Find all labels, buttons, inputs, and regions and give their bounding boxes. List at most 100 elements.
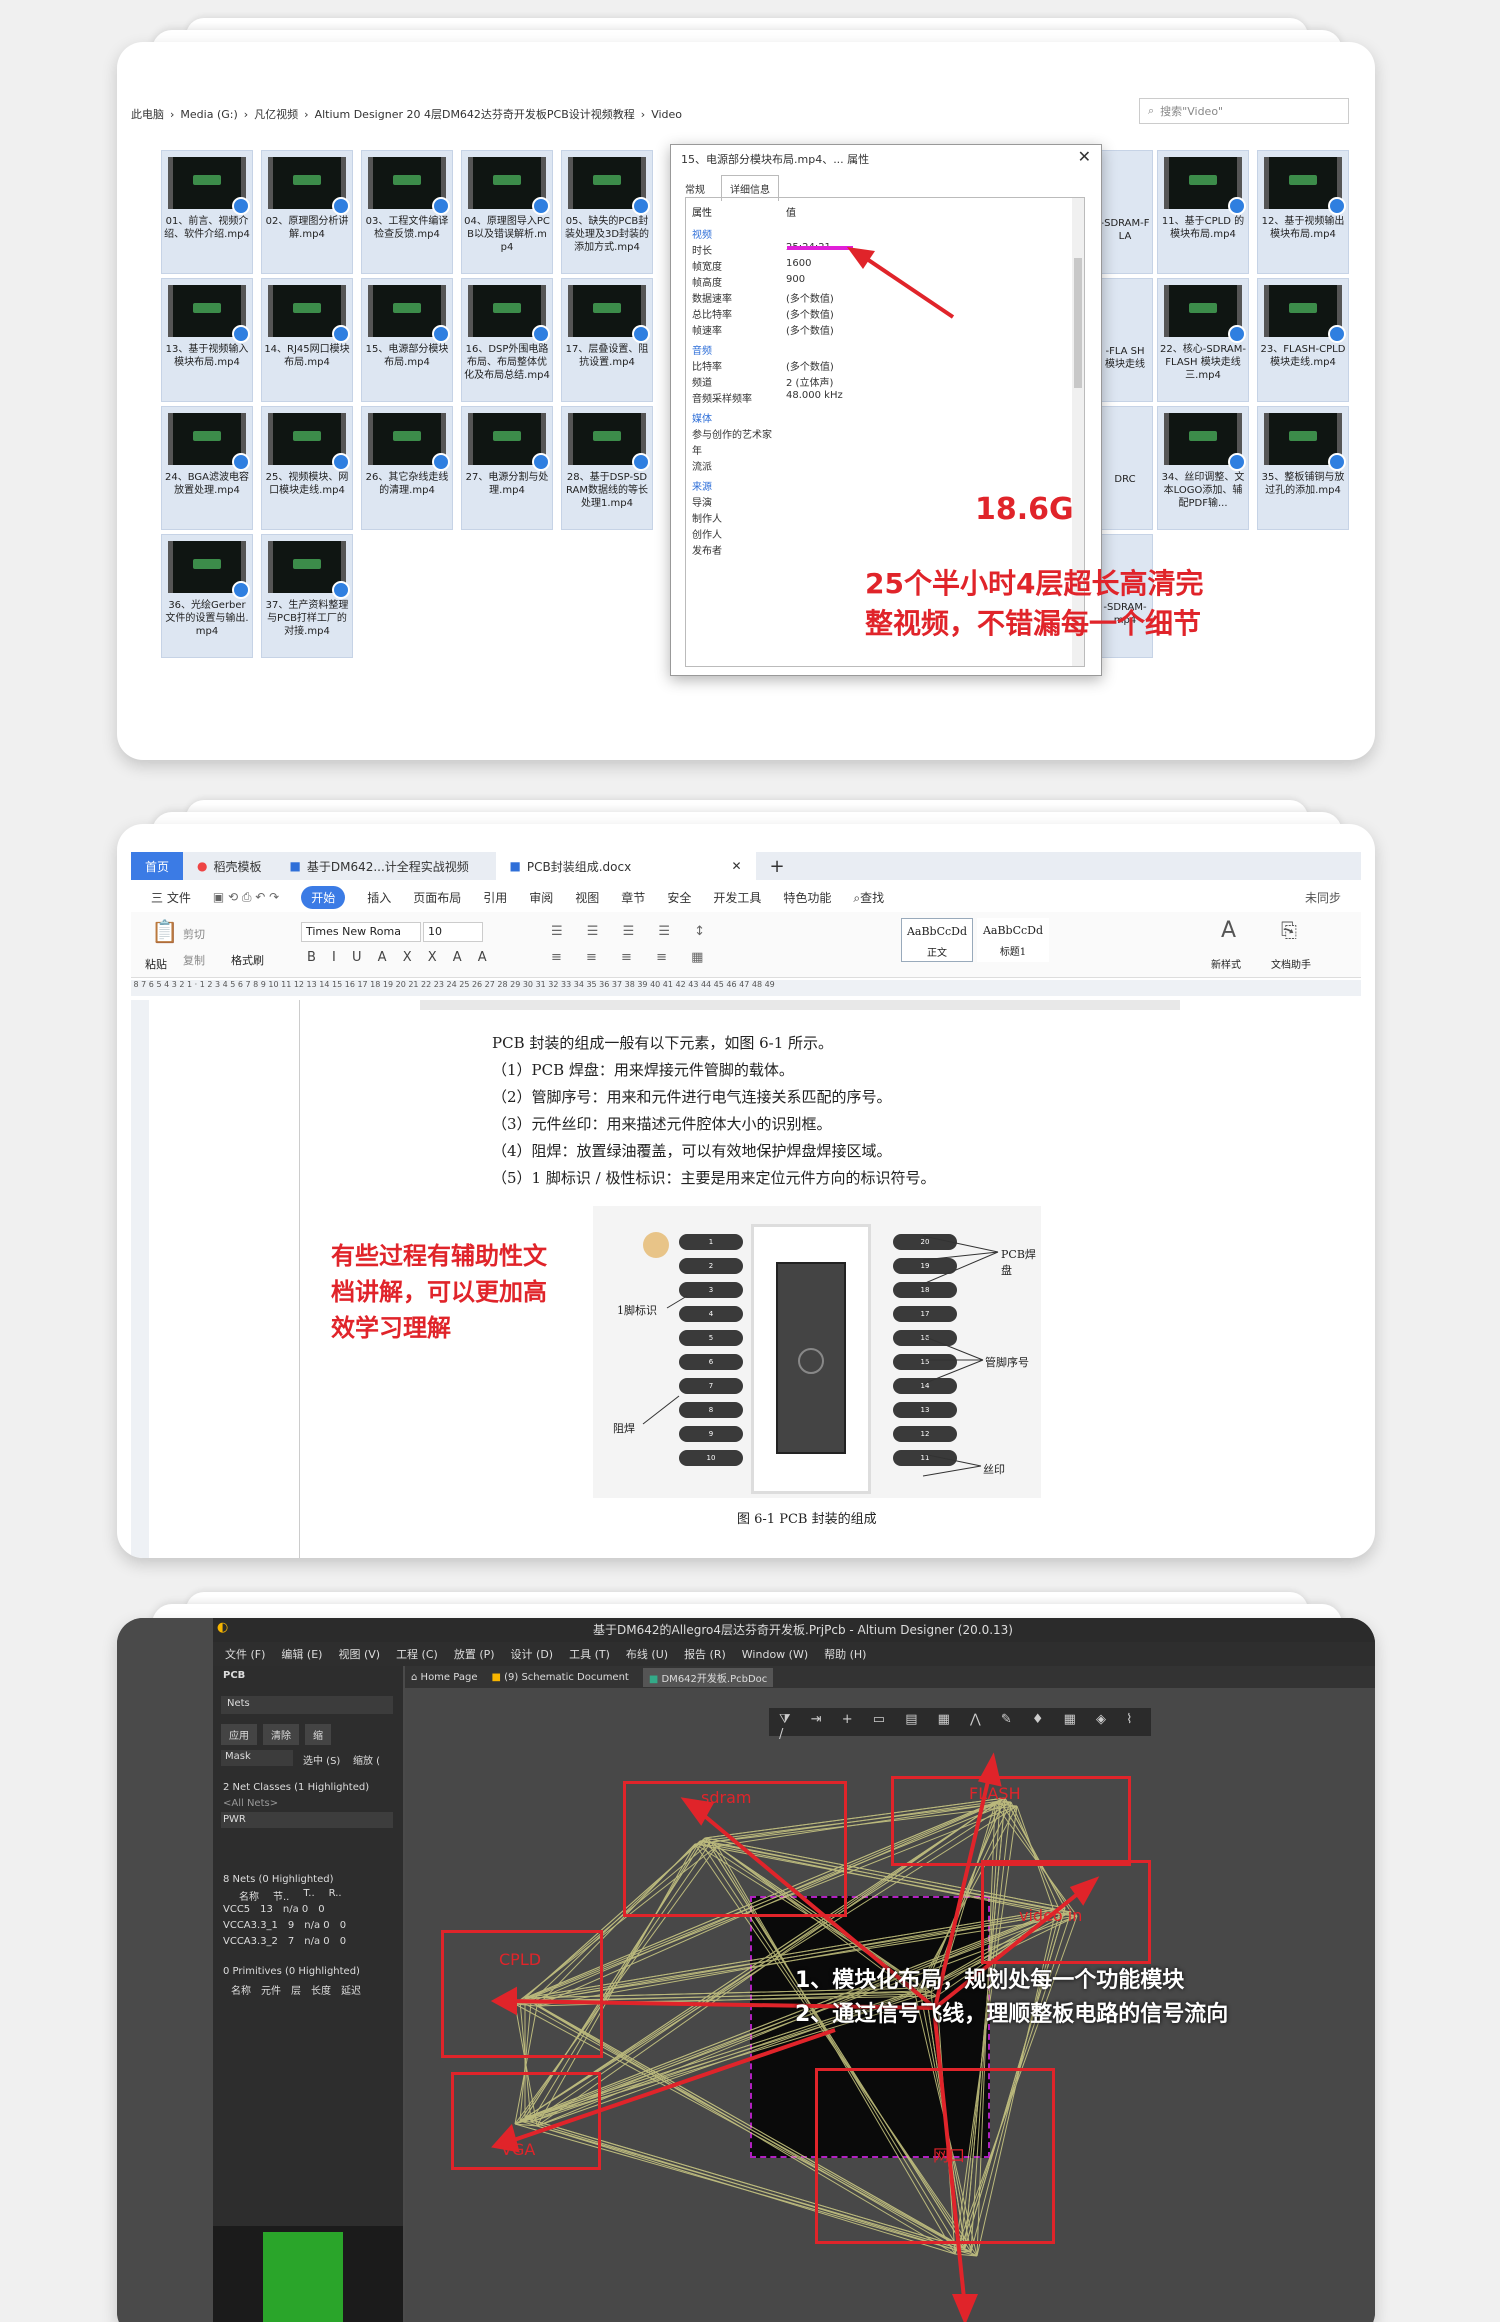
net-row[interactable]: VCC5 13 n/a 00 <box>223 1904 325 1915</box>
doc-assistant-label[interactable]: 文档助手 <box>1271 956 1311 971</box>
font-name-select[interactable]: Times New Roma <box>301 922 421 942</box>
menu-insert[interactable]: 插入 <box>367 889 391 906</box>
format-buttons[interactable]: B I U A X X A A <box>307 950 493 965</box>
property-value: (多个数值) <box>786 326 834 337</box>
tab-doc-2[interactable]: ■ PCB封装组成.docx ✕ <box>495 852 756 880</box>
net-class-selected[interactable] <box>221 1812 393 1828</box>
menu-help[interactable]: 帮助 (H) <box>824 1646 866 1662</box>
tab-docer[interactable]: ● 稻壳模板 <box>183 852 276 880</box>
file-tile[interactable]: 27、电源分割与处理.mp4 <box>461 406 553 530</box>
menu-window[interactable]: Window (W) <box>742 1648 808 1661</box>
net-row[interactable]: VCCA3.3_2 7 n/a 00 <box>223 1936 346 1947</box>
breadcrumb-item[interactable]: 凡亿视频 <box>254 106 298 122</box>
new-tab-button[interactable]: + <box>756 852 799 880</box>
file-tile[interactable]: 13、基于视频输入模块布局.mp4 <box>161 278 253 402</box>
paste-label[interactable]: 粘贴 <box>145 956 167 972</box>
search-input[interactable]: ⌕ 搜索"Video" <box>1139 98 1349 124</box>
align-buttons[interactable]: ≡ ≡ ≡ ≡ ▦ <box>551 950 713 965</box>
mask-select[interactable]: Mask <box>221 1750 293 1766</box>
new-style-icon[interactable]: A <box>1221 918 1236 943</box>
file-tile[interactable]: 22、核心-SDRAM-FLASH 模块走线三.mp4 <box>1157 278 1249 402</box>
file-tile[interactable]: 36、光绘Gerber文件的设置与输出.mp4 <box>161 534 253 658</box>
file-tile[interactable]: 12、基于视频输出模块布局.mp4 <box>1257 150 1349 274</box>
file-tile[interactable]: 05、缺失的PCB封装处理及3D封装的添加方式.mp4 <box>561 150 653 274</box>
select-checkbox[interactable]: 选中 (S) <box>303 1752 340 1767</box>
menu-chapter[interactable]: 章节 <box>621 889 645 906</box>
net-class-item[interactable]: <All Nets> <box>223 1798 278 1809</box>
close-icon[interactable]: ✕ <box>1078 147 1091 166</box>
panel-mode-select[interactable]: Nets <box>221 1696 393 1714</box>
tab-schematic[interactable]: ■ (9) Schematic Document <box>491 1672 628 1683</box>
menu-find[interactable]: ⌕查找 <box>853 889 884 906</box>
menu-route[interactable]: 布线 (U) <box>626 1646 668 1662</box>
file-tile[interactable]: 24、BGA滤波电容放置处理.mp4 <box>161 406 253 530</box>
copy-button[interactable]: 复制 <box>183 952 205 968</box>
pcb-canvas[interactable]: ⧩ ⇥ + ▭ ▤ ▦ ⋀ ✎ ♦ ▦ ◈ ⌇ / sdram FLASH vi… <box>405 1688 1375 2322</box>
paste-icon[interactable]: 📋 <box>151 920 178 945</box>
file-tile-partial[interactable]: -FLA SH 模块走线 <box>1097 278 1153 402</box>
net-class-item[interactable]: PWR <box>223 1814 246 1825</box>
menu-features[interactable]: 特色功能 <box>783 889 831 906</box>
tab-home[interactable]: 首页 <box>131 852 184 880</box>
tab-pcbdoc[interactable]: ■ DM642开发板.PcbDoc <box>642 1667 774 1687</box>
file-tile[interactable]: 04、原理图导入PCB以及错误解析.mp4 <box>461 150 553 274</box>
breadcrumb-item[interactable]: 此电脑 <box>131 106 164 122</box>
file-tile[interactable]: 11、基于CPLD 的模块布局.mp4 <box>1157 150 1249 274</box>
menu-tools[interactable]: 工具 (T) <box>569 1646 610 1662</box>
format-painter-button[interactable]: 格式刷 <box>231 952 264 968</box>
menu-security[interactable]: 安全 <box>667 889 691 906</box>
file-tile[interactable]: 28、基于DSP-SDRAM数据线的等长处理1.mp4 <box>561 406 653 530</box>
font-size-select[interactable]: 10 <box>423 922 483 942</box>
menu-file[interactable]: 文件 (F) <box>225 1646 265 1662</box>
sync-status[interactable]: 未同步 <box>1305 889 1341 906</box>
style-normal[interactable]: AaBbCcDd 正文 <box>901 918 973 962</box>
file-tile[interactable]: 35、整板铺铜与放过孔的添加.mp4 <box>1257 406 1349 530</box>
file-tile-partial[interactable]: -SDRAM-FLA <box>1097 150 1153 274</box>
file-tile[interactable]: 37、生产资料整理与PCB打样工厂的对接.mp4 <box>261 534 353 658</box>
menu-layout[interactable]: 页面布局 <box>413 889 461 906</box>
file-tile[interactable]: 02、原理图分析讲解.mp4 <box>261 150 353 274</box>
clear-button[interactable]: 清除 <box>263 1724 299 1745</box>
close-icon[interactable]: ✕ <box>731 859 741 873</box>
file-tile[interactable]: 17、层叠设置、阻抗设置.mp4 <box>561 278 653 402</box>
menu-edit[interactable]: 编辑 (E) <box>281 1646 322 1662</box>
net-row[interactable]: VCCA3.3_1 9 n/a 00 <box>223 1920 346 1931</box>
file-tile[interactable]: 15、电源部分模块布局.mp4 <box>361 278 453 402</box>
file-tile[interactable]: 03、工程文件编译检查反馈.mp4 <box>361 150 453 274</box>
menu-place[interactable]: 放置 (P) <box>454 1646 495 1662</box>
menu-view[interactable]: 视图 <box>575 889 599 906</box>
file-tile[interactable]: 14、RJ45网口模块布局.mp4 <box>261 278 353 402</box>
menu-reports[interactable]: 报告 (R) <box>684 1646 726 1662</box>
menu-references[interactable]: 引用 <box>483 889 507 906</box>
breadcrumb-item[interactable]: Media (G:) <box>180 108 237 121</box>
tab-home-page[interactable]: ⌂ Home Page <box>411 1672 477 1683</box>
quick-access-icons[interactable]: ▣ ⟲ ⎙ ↶ ↷ <box>213 890 279 905</box>
menu-design[interactable]: 设计 (D) <box>511 1646 554 1662</box>
apply-button[interactable]: 应用 <box>221 1724 257 1745</box>
menu-project[interactable]: 工程 (C) <box>396 1646 438 1662</box>
cut-button[interactable]: 剪切 <box>183 926 205 942</box>
paragraph-buttons[interactable]: ☰ ☰ ☰ ☰ ↕ <box>551 924 715 939</box>
doc-assistant-icon[interactable]: ⎘ <box>1281 918 1297 942</box>
file-tile[interactable]: 25、视频模块、网口模块走线.mp4 <box>261 406 353 530</box>
new-style-label[interactable]: 新样式 <box>1211 956 1241 971</box>
style-heading1[interactable]: AaBbCcDd 标题1 <box>977 918 1049 962</box>
file-tile[interactable]: 23、FLASH-CPLD模块走线.mp4 <box>1257 278 1349 402</box>
breadcrumb-item[interactable]: Video <box>651 108 682 121</box>
zoom-button[interactable]: 缩 <box>305 1724 331 1745</box>
tab-doc-1[interactable]: ■ 基于DM642...计全程实战视频 <box>276 852 496 880</box>
menu-review[interactable]: 审阅 <box>529 889 553 906</box>
file-tile[interactable]: 01、前言、视频介绍、软件介绍.mp4 <box>161 150 253 274</box>
file-tile[interactable]: 16、DSP外围电路布局、布局整体优化及布局总结.mp4 <box>461 278 553 402</box>
menu-developer[interactable]: 开发工具 <box>713 889 761 906</box>
file-tile[interactable]: 34、丝印调整、文本LOGO添加、辅配PDF输... <box>1157 406 1249 530</box>
mini-viewer[interactable] <box>213 2226 403 2322</box>
menu-file[interactable]: 三 文件 <box>151 889 191 906</box>
breadcrumb-item[interactable]: Altium Designer 20 4层DM642达芬奇开发板PCB设计视频教… <box>315 106 635 122</box>
file-tile[interactable]: 26、其它杂线走线的清理.mp4 <box>361 406 453 530</box>
menu-start[interactable]: 开始 <box>301 885 346 909</box>
tab-general[interactable]: 常规 <box>685 181 705 196</box>
zoom-checkbox[interactable]: 缩放 ( <box>353 1752 380 1767</box>
menu-view[interactable]: 视图 (V) <box>338 1646 380 1662</box>
file-tile-partial[interactable]: DRC <box>1097 406 1153 530</box>
